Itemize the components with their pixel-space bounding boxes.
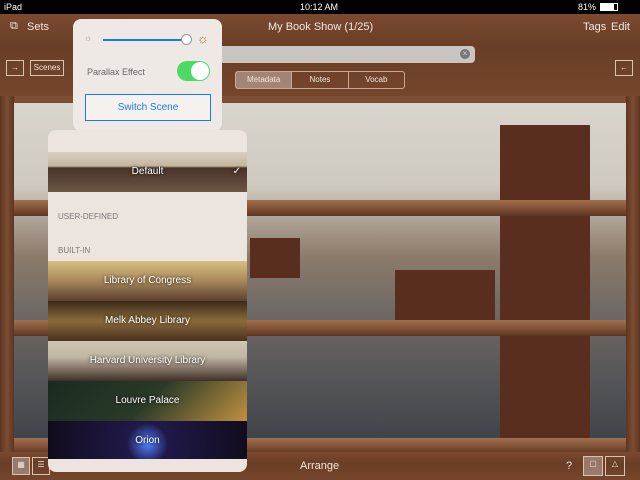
- battery-icon: [600, 3, 618, 11]
- checkmark-icon: ✓: [232, 166, 241, 177]
- clear-icon[interactable]: ×: [460, 49, 470, 59]
- brightness-slider[interactable]: [103, 39, 187, 41]
- arrow-left-icon[interactable]: ←: [615, 60, 633, 76]
- switch-scene-button[interactable]: Switch Scene: [85, 94, 211, 121]
- brightness-high-icon: ☼: [197, 31, 209, 46]
- scene-item-melk-abbey[interactable]: Melk Abbey Library: [48, 301, 247, 341]
- tags-button[interactable]: Tags: [583, 21, 606, 33]
- arrange-button[interactable]: Arrange: [300, 460, 339, 472]
- device-label: iPad: [4, 2, 23, 12]
- section-header-built-in: BUILT-IN: [58, 246, 91, 255]
- triangle-shape-icon[interactable]: △: [605, 456, 625, 476]
- section-header-user-defined: USER-DEFINED: [58, 212, 119, 221]
- square-shape-icon[interactable]: ▢: [583, 456, 603, 476]
- parallax-label: Parallax Effect: [87, 67, 145, 77]
- scene-list: Default ✓ USER-DEFINED BUILT-IN Library …: [48, 130, 247, 472]
- sets-button[interactable]: Sets: [27, 21, 49, 33]
- status-bar: iPad 10:12 AM 81%: [0, 0, 640, 14]
- sets-icon[interactable]: ⧉: [10, 20, 18, 33]
- edit-button[interactable]: Edit: [611, 21, 630, 33]
- tab-notes[interactable]: Notes: [292, 72, 349, 88]
- shelf-post: [0, 96, 14, 452]
- scenes-button[interactable]: Scenes: [30, 60, 64, 76]
- page-title: My Book Show (1/25): [268, 21, 374, 33]
- brightness-low-icon: ☼: [84, 33, 93, 43]
- help-button[interactable]: ?: [566, 460, 572, 472]
- arrow-right-icon[interactable]: →: [6, 60, 24, 76]
- scene-item-library-of-congress[interactable]: Library of Congress: [48, 261, 247, 301]
- tab-metadata[interactable]: Metadata: [236, 72, 293, 88]
- shelf-post: [626, 96, 640, 452]
- scene-item-default[interactable]: Default ✓: [48, 152, 247, 192]
- grid-view-icon[interactable]: ▦: [12, 457, 30, 475]
- clock: 10:12 AM: [300, 2, 339, 12]
- segmented-control: Metadata Notes Vocab: [235, 71, 405, 89]
- scene-item-louvre[interactable]: Louvre Palace: [48, 381, 247, 421]
- parallax-toggle[interactable]: [177, 61, 210, 81]
- scene-item-harvard[interactable]: Harvard University Library: [48, 341, 247, 381]
- battery-percent: 81%: [578, 2, 597, 12]
- tab-vocab[interactable]: Vocab: [349, 72, 404, 88]
- bookcase-image: [250, 238, 300, 278]
- slider-thumb[interactable]: [181, 34, 192, 45]
- settings-popover: ☼ ☼ Parallax Effect Switch Scene: [73, 19, 222, 136]
- bookcase-image: [500, 125, 590, 452]
- scene-item-orion[interactable]: Orion: [48, 421, 247, 459]
